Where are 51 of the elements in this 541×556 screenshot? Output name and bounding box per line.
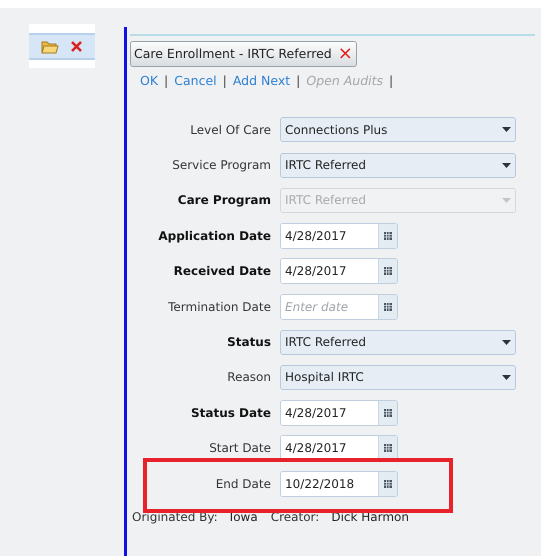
date-field[interactable]: Enter date xyxy=(280,294,398,320)
field-label: Status xyxy=(226,334,272,352)
date-field[interactable]: 4/28/2017 xyxy=(280,222,398,249)
separator: | xyxy=(296,72,300,90)
field-label: Status Date xyxy=(190,404,272,422)
caret-icon xyxy=(502,340,511,345)
folder-icon[interactable] xyxy=(41,39,59,54)
dropdown[interactable]: Hospital IRTC xyxy=(280,364,516,390)
field-label: Received Date xyxy=(172,263,272,280)
calendar-button[interactable] xyxy=(378,259,397,284)
info-label: Creator: xyxy=(270,509,320,526)
dropdown[interactable]: IRTC Referred xyxy=(280,330,516,355)
info-label: Originated By: xyxy=(132,509,218,526)
separator: | xyxy=(164,72,168,90)
calendar-button[interactable] xyxy=(378,224,397,248)
field-label: Level Of Care xyxy=(189,122,272,139)
field-label: Service Program xyxy=(171,157,272,174)
calendar-button[interactable] xyxy=(378,294,397,319)
action-link[interactable]: OK xyxy=(140,72,158,90)
calendar-icon xyxy=(384,302,392,311)
action-link[interactable]: Cancel xyxy=(174,72,217,90)
calendar-button[interactable] xyxy=(378,472,397,496)
field-label: Termination Date xyxy=(167,298,272,316)
tab[interactable]: Care Enrollment - IRTC Referred × xyxy=(130,41,357,67)
dropdown[interactable]: Connections Plus xyxy=(280,117,516,142)
caret-icon xyxy=(502,162,511,168)
calendar-icon xyxy=(384,444,392,452)
caret-icon xyxy=(502,198,511,203)
field-label: Application Date xyxy=(157,228,272,245)
calendar-icon xyxy=(384,408,392,417)
field-label: End Date xyxy=(214,476,272,493)
close-icon[interactable]: × xyxy=(338,45,353,63)
field-label: Start Date xyxy=(208,440,272,458)
calendar-icon xyxy=(384,267,392,276)
caret-icon xyxy=(502,127,511,132)
date-field[interactable]: 4/28/2017 xyxy=(280,400,398,426)
calendar-button[interactable] xyxy=(378,436,397,460)
delete-icon[interactable] xyxy=(71,41,82,52)
field-label: Care Program xyxy=(176,192,272,210)
field-label: Reason xyxy=(226,369,272,386)
caret-icon xyxy=(502,374,511,380)
info-value: Iowa xyxy=(230,509,258,526)
separator: | xyxy=(222,72,227,90)
calendar-icon xyxy=(384,232,392,240)
dropdown[interactable]: IRTC Referred xyxy=(280,152,516,178)
date-field[interactable]: 4/28/2017 xyxy=(280,258,398,284)
action-link[interactable]: Add Next xyxy=(232,72,290,90)
date-field[interactable]: 10/22/2018 xyxy=(280,470,398,497)
separator: | xyxy=(389,72,394,90)
calendar-button[interactable] xyxy=(378,400,397,425)
calendar-icon xyxy=(384,480,392,488)
